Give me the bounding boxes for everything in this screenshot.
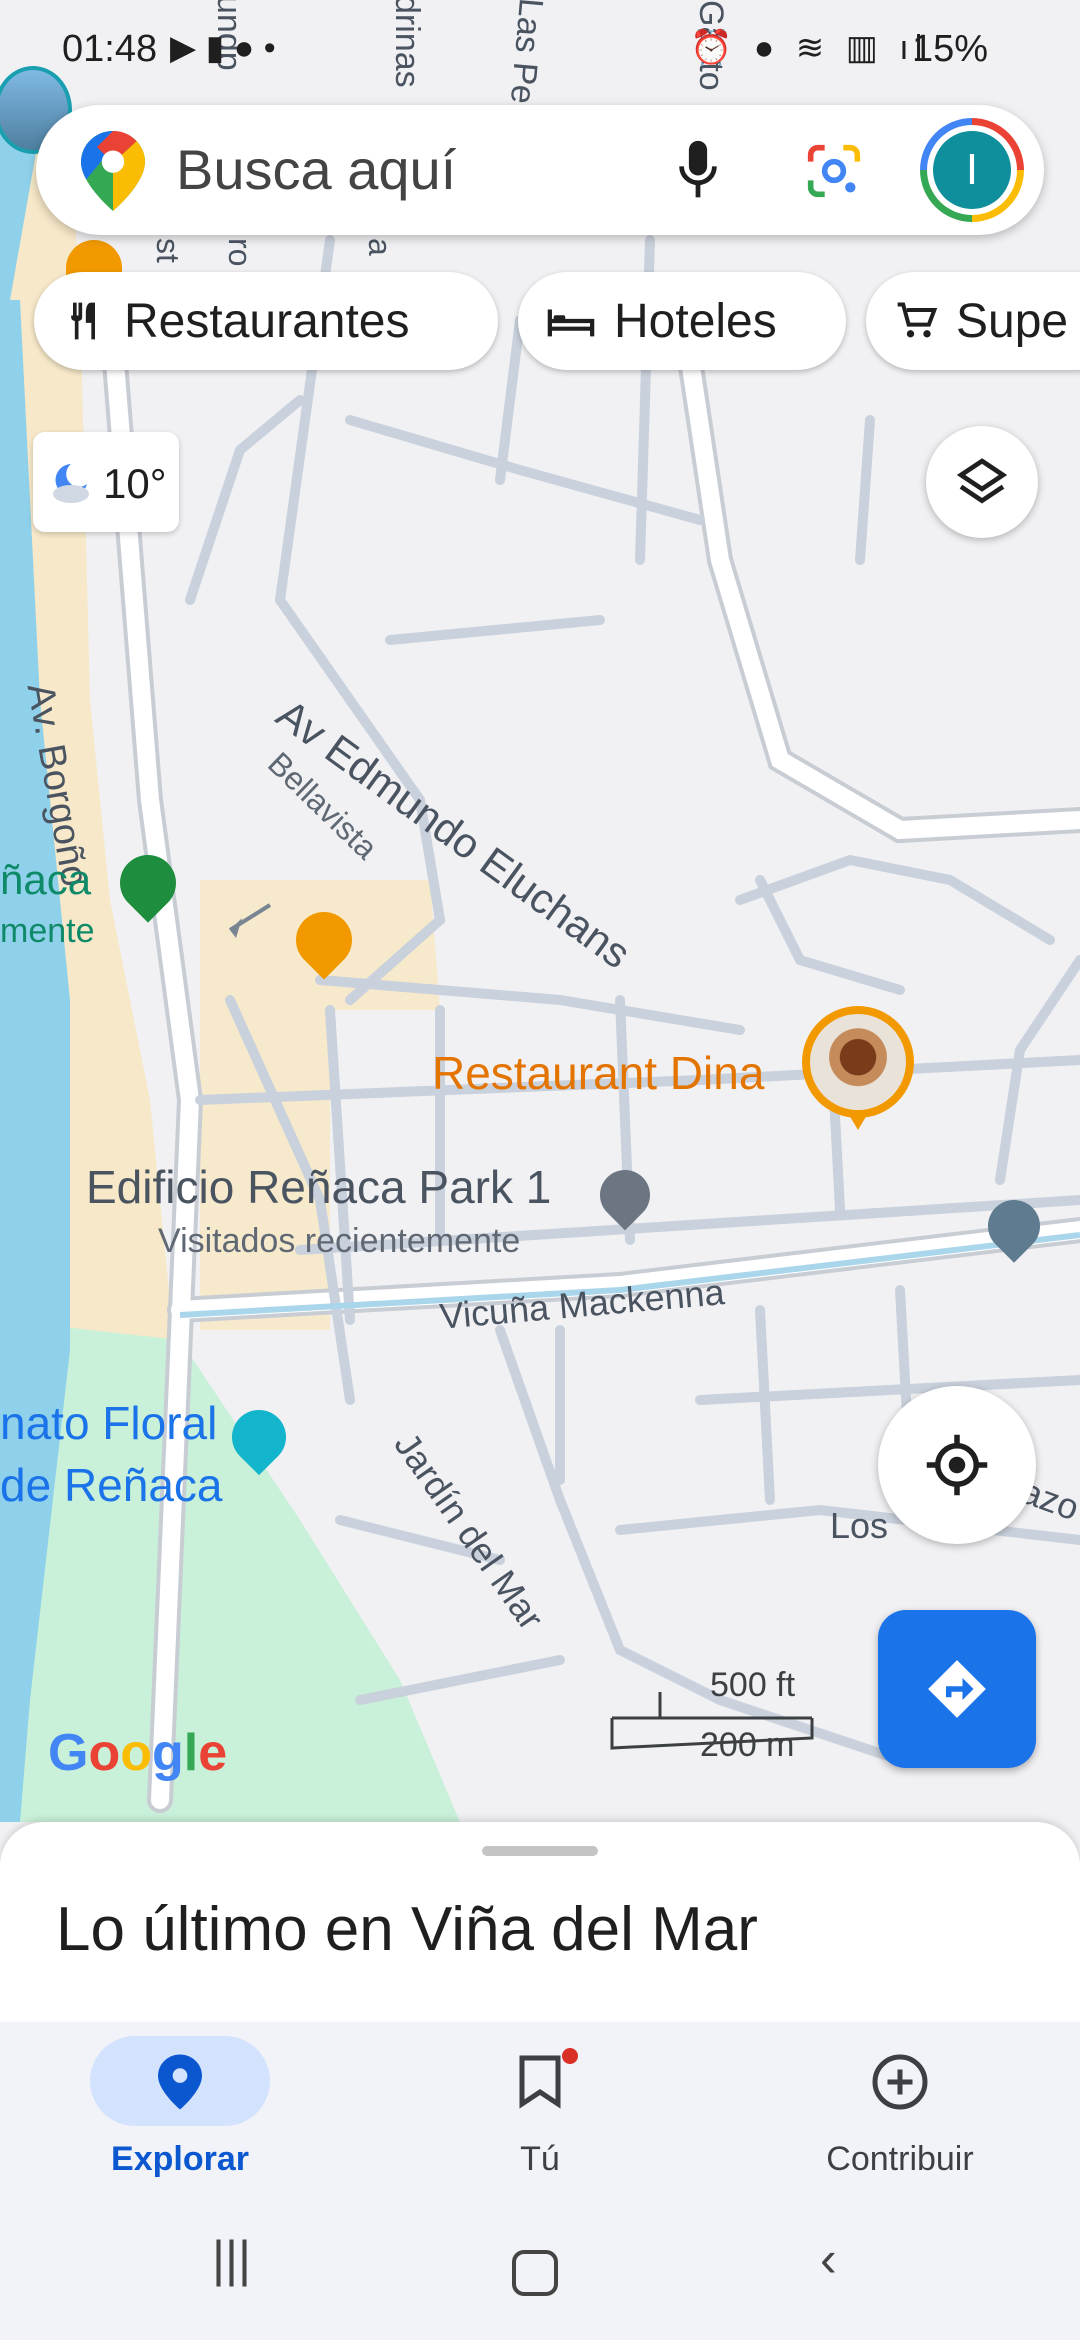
scale-label-m: 200 m xyxy=(700,1726,795,1764)
moon-cloud-icon xyxy=(53,464,89,503)
cart-icon xyxy=(897,302,938,338)
recents-button[interactable]: ||| xyxy=(212,2230,251,2288)
weather-chip[interactable]: 10° xyxy=(33,432,179,532)
restaurant-photo-pin[interactable] xyxy=(802,1006,914,1130)
place-label-floral-sub: de Reñaca xyxy=(0,1459,223,1511)
bed-icon xyxy=(547,309,595,337)
weather-temp: 10° xyxy=(103,460,167,507)
nav-label-explorar: Explorar xyxy=(111,2140,249,2178)
lens-camera-icon[interactable] xyxy=(806,143,862,199)
system-icons: ⏰ ● ≋ ▥ ıl xyxy=(690,29,929,67)
nav-label-contribuir: Contribuir xyxy=(826,2140,974,2178)
chip-supermercados[interactable]: Supe xyxy=(866,272,1080,370)
street-label-los: Los xyxy=(830,1505,889,1546)
account-initial: I xyxy=(933,131,1011,209)
scale-label-ft: 500 ft xyxy=(710,1666,796,1704)
crosshair-icon xyxy=(926,1434,988,1496)
my-location-button[interactable] xyxy=(878,1386,1036,1544)
street-label-left3: a xyxy=(362,238,398,256)
nav-label-tu: Tú xyxy=(520,2140,560,2178)
explore-sheet[interactable]: Lo último en Viña del Mar xyxy=(0,1822,1080,2022)
chip-label-supermercados: Supe xyxy=(956,294,1069,348)
notification-icons: ▶ ▮ ● • xyxy=(170,29,276,67)
status-time: 01:48 xyxy=(62,28,158,70)
back-button[interactable]: ‹ xyxy=(820,2230,837,2288)
search-input[interactable]: Busca aquí xyxy=(176,137,456,202)
pin-icon xyxy=(158,2054,202,2110)
chip-restaurantes[interactable]: Restaurantes xyxy=(34,272,498,370)
bookmark-icon xyxy=(519,2055,561,2109)
place-label-floral[interactable]: nato Floral xyxy=(0,1396,217,1450)
place-label-beach-sub: mente xyxy=(0,912,95,950)
directions-button[interactable] xyxy=(878,1610,1036,1768)
sheet-handle[interactable] xyxy=(482,1846,598,1856)
maps-logo-icon xyxy=(81,131,145,211)
place-label-edificio-sub: Visitados recientemente xyxy=(158,1222,521,1260)
street-label-left2: ro xyxy=(222,238,258,267)
place-label-restaurant[interactable]: Restaurant Dina xyxy=(432,1046,764,1100)
microphone-icon[interactable] xyxy=(676,139,720,201)
street-label-left1: st xyxy=(150,238,186,263)
chip-label-restaurantes: Restaurantes xyxy=(124,294,410,348)
fork-knife-icon xyxy=(71,302,95,340)
layers-button[interactable] xyxy=(926,426,1038,538)
place-label-beach[interactable]: ñaca xyxy=(0,856,91,904)
battery-level: 15% xyxy=(912,28,989,70)
status-bar: 01:48 ▶ ▮ ● • ⏰ ● ≋ ▥ ıl 15% xyxy=(0,0,1080,100)
account-avatar[interactable]: I xyxy=(920,118,1024,222)
notification-dot xyxy=(562,2048,578,2064)
home-button[interactable] xyxy=(512,2250,558,2296)
place-label-edificio[interactable]: Edificio Reñaca Park 1 xyxy=(86,1160,551,1214)
chip-label-hoteles: Hoteles xyxy=(614,294,777,348)
google-logo: Google xyxy=(48,1724,227,1782)
layers-icon xyxy=(956,458,1008,504)
plus-circle-icon xyxy=(872,2054,928,2110)
directions-icon xyxy=(928,1660,986,1718)
search-bar[interactable]: Busca aquí xyxy=(36,105,1044,235)
chip-hoteles[interactable]: Hoteles xyxy=(518,272,846,370)
sheet-title: Lo último en Viña del Mar xyxy=(56,1895,758,1964)
